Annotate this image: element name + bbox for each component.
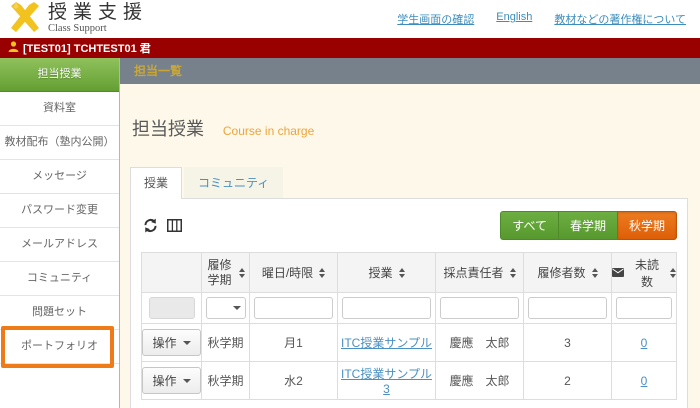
col-grader[interactable]: 採点責任者 — [436, 253, 524, 293]
cell-students: 3 — [524, 324, 612, 362]
filter-fall-button[interactable]: 秋学期 — [617, 211, 677, 240]
filter-spring-button[interactable]: 春学期 — [558, 211, 618, 240]
tab-community[interactable]: コミュニティ — [184, 167, 283, 198]
filter-term-select[interactable] — [206, 297, 246, 319]
table-filter-row — [142, 293, 677, 324]
sidebar-item-courses[interactable]: 担当授業 — [0, 58, 119, 92]
cell-day: 月1 — [250, 324, 338, 362]
link-english[interactable]: English — [496, 11, 532, 27]
sidebar-item-community[interactable]: コミュニティ — [0, 262, 119, 296]
sort-icon[interactable] — [670, 268, 676, 278]
filter-course-input[interactable] — [342, 297, 431, 319]
tab-courses[interactable]: 授業 — [130, 167, 182, 199]
courses-panel: すべて 春学期 秋学期 履修学期 — [130, 198, 688, 408]
app-title: 授業支援 — [48, 3, 148, 22]
page-title-en: Course in charge — [223, 124, 314, 138]
row-actions-button[interactable]: 操作 — [142, 329, 200, 356]
sidebar-item-email[interactable]: メールアドレス — [0, 228, 119, 262]
cell-grader: 慶應 太郎 — [436, 362, 524, 400]
sidebar-item-library[interactable]: 資料室 — [0, 92, 119, 126]
sort-icon[interactable] — [399, 268, 405, 278]
envelope-icon — [612, 266, 624, 280]
cell-term: 秋学期 — [202, 324, 250, 362]
sort-icon[interactable] — [592, 268, 598, 278]
crossed-pens-logo-icon — [8, 1, 42, 38]
tab-bar: 授業 コミュニティ — [130, 167, 688, 198]
col-day-period[interactable]: 曜日/時限 — [250, 253, 338, 293]
col-course[interactable]: 授業 — [338, 253, 436, 293]
person-icon — [8, 41, 19, 55]
col-unread[interactable]: 未読数 — [612, 253, 677, 293]
link-copyright[interactable]: 教材などの著作権について — [554, 11, 686, 27]
cell-term: 秋学期 — [202, 362, 250, 400]
col-actions — [142, 253, 202, 293]
unread-link[interactable]: 0 — [641, 336, 648, 350]
user-name: [TEST01] TCHTEST01 君 — [23, 40, 151, 56]
table-header-row: 履修学期 曜日/時限 授業 採点責任者 — [142, 253, 677, 293]
sort-icon[interactable] — [510, 268, 516, 278]
course-link[interactable]: ITC授業サンプル — [341, 336, 432, 350]
sidebar-item-messages[interactable]: メッセージ — [0, 160, 119, 194]
filter-unread-input[interactable] — [616, 297, 672, 319]
table-row: 操作 秋学期 水2 ITC授業サンプル3 慶應 太郎 2 0 — [142, 362, 677, 400]
row-actions-button[interactable]: 操作 — [142, 367, 200, 394]
app-header: 授業支援 Class Support 学生画面の確認 English 教材などの… — [0, 0, 700, 38]
col-term[interactable]: 履修学期 — [202, 253, 250, 293]
sort-icon[interactable] — [319, 268, 325, 278]
filter-all-button[interactable]: すべて — [500, 211, 559, 240]
main-area: 担当一覧 担当授業 Course in charge 授業 コミュニティ — [120, 58, 700, 408]
user-bar: [TEST01] TCHTEST01 君 — [0, 38, 700, 58]
sidebar-item-password[interactable]: パスワード変更 — [0, 194, 119, 228]
sidebar-item-portfolio[interactable]: ポートフォリオ — [0, 330, 119, 364]
refresh-icon[interactable] — [143, 218, 158, 233]
sidebar-item-materials[interactable]: 教材配布（塾内公開） — [0, 126, 119, 160]
course-link[interactable]: ITC授業サンプル3 — [341, 367, 432, 396]
columns-icon[interactable] — [167, 219, 182, 232]
sidebar-item-question-set[interactable]: 問題セット — [0, 296, 119, 330]
breadcrumb: 担当一覧 — [120, 58, 700, 84]
filter-grader-input[interactable] — [440, 297, 519, 319]
courses-table: 履修学期 曜日/時限 授業 採点責任者 — [141, 252, 677, 400]
cell-students: 2 — [524, 362, 612, 400]
col-students[interactable]: 履修者数 — [524, 253, 612, 293]
page-title: 担当授業 Course in charge — [132, 106, 688, 143]
sort-icon[interactable] — [239, 268, 245, 278]
top-links: 学生画面の確認 English 教材などの著作権について — [397, 11, 690, 27]
app-subtitle: Class Support — [48, 24, 148, 35]
cell-day: 水2 — [250, 362, 338, 400]
filter-actions-input — [149, 297, 195, 319]
unread-link[interactable]: 0 — [641, 374, 648, 388]
link-student-view[interactable]: 学生画面の確認 — [397, 11, 474, 27]
term-filter-group: すべて 春学期 秋学期 — [500, 211, 677, 240]
app-logo[interactable]: 授業支援 Class Support — [8, 1, 148, 38]
table-row: 操作 秋学期 月1 ITC授業サンプル 慶應 太郎 3 0 — [142, 324, 677, 362]
filter-day-input[interactable] — [254, 297, 333, 319]
filter-students-input[interactable] — [528, 297, 607, 319]
cell-grader: 慶應 太郎 — [436, 324, 524, 362]
sidebar: 担当授業 資料室 教材配布（塾内公開） メッセージ パスワード変更 メールアドレ… — [0, 58, 120, 408]
page-title-ja: 担当授業 — [132, 119, 204, 139]
